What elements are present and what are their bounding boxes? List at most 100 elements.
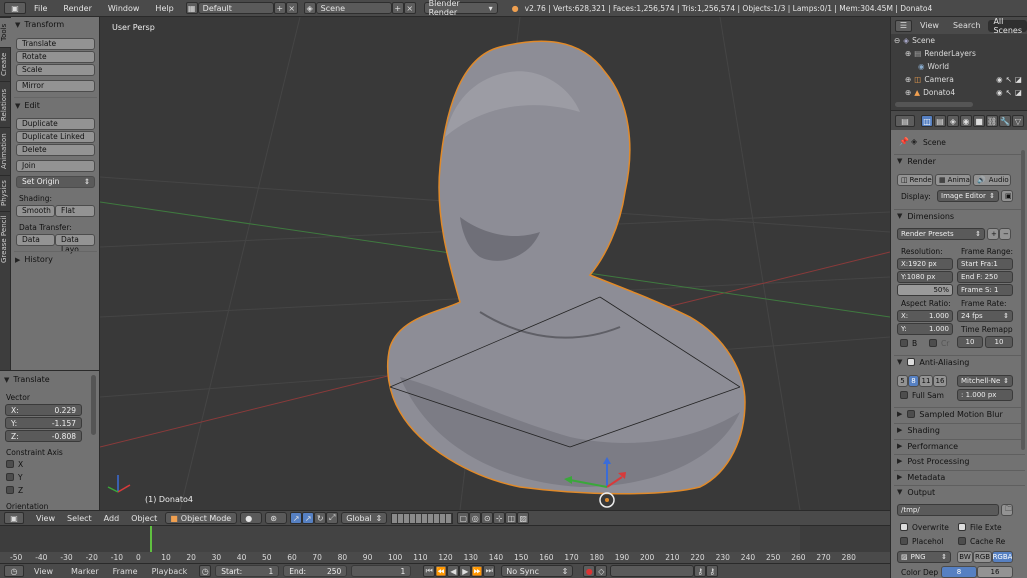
menu-frame[interactable]: Frame — [113, 567, 138, 576]
menu-marker[interactable]: Marker — [71, 567, 99, 576]
snap-element-icon[interactable]: ⊹ — [493, 512, 506, 524]
timeline[interactable]: -50 -40 -30 -20 -10 0 10 20 30 40 50 60 70 80 90 100 110… — [0, 525, 890, 564]
playback-controls[interactable]: ⏮ ⏪ ◀ ▶ ⏩ ⏭ — [423, 565, 496, 577]
outliner-item-donato4[interactable]: ⊕ ▲ Donato4 ◉ ↖ ◪ — [891, 86, 1027, 99]
post-processing-panel-header[interactable]: ▶ Post Processing — [894, 454, 1025, 467]
set-origin-dropdown[interactable]: Set Origin ⇕ — [16, 176, 95, 188]
menu-view[interactable]: View — [34, 567, 53, 576]
remap-new-field[interactable]: 10 — [985, 336, 1013, 348]
smooth-button[interactable]: Smooth — [16, 205, 55, 217]
remap-old-field[interactable]: 10 — [957, 336, 983, 348]
prev-key-icon[interactable]: ⏪ — [435, 565, 448, 577]
object-tab-icon[interactable]: ■ — [973, 115, 985, 127]
mirror-button[interactable]: Mirror — [16, 80, 95, 92]
constraint-z-checkbox[interactable] — [6, 486, 14, 494]
menu-render[interactable]: Render — [55, 4, 99, 13]
jump-start-icon[interactable]: ⏮ — [423, 565, 436, 577]
aspect-y-field[interactable]: Y: 1.000 — [897, 323, 953, 335]
preview-range-icon[interactable]: ◷ — [199, 565, 212, 577]
eye-icon[interactable]: ◉ — [996, 88, 1003, 97]
orientation-dropdown[interactable]: Global ⇕ — [341, 512, 388, 524]
duplicate-linked-button[interactable]: Duplicate Linked — [16, 131, 95, 143]
end-frame-field[interactable]: End F: 250 — [957, 271, 1013, 283]
data-layout-button[interactable]: Data Layo — [55, 234, 95, 254]
sync-dropdown[interactable]: No Sync ⇕ — [501, 565, 574, 577]
join-button[interactable]: Join — [16, 160, 95, 172]
tab-animation[interactable]: Animation — [0, 127, 11, 175]
layout-dropdown[interactable]: Default — [197, 2, 274, 14]
editor-type-icon[interactable]: ◷ — [4, 565, 24, 577]
outliner-item-scene[interactable]: ⊖ ◈ Scene — [891, 34, 1027, 47]
fullscreen-icon[interactable]: ▣ — [1001, 190, 1013, 202]
menu-search[interactable]: Search — [953, 21, 980, 30]
editor-type-icon[interactable]: ▣ — [4, 2, 26, 14]
renderlayers-tab-icon[interactable]: ▤ — [934, 115, 946, 127]
data-button[interactable]: Data — [16, 234, 55, 246]
frame-step-field[interactable]: Frame S: 1 — [957, 284, 1013, 296]
delete-key-icon[interactable]: ⚷ — [706, 565, 719, 577]
vector-x-field[interactable]: X: 0.229 — [5, 404, 82, 416]
play-reverse-icon[interactable]: ◀ — [447, 565, 460, 577]
current-frame-line[interactable] — [150, 526, 152, 552]
dimensions-panel-header[interactable]: ▼ Dimensions — [894, 209, 1025, 222]
color-rgb-button[interactable]: RGB — [973, 551, 992, 563]
translate-manip-icon[interactable]: ↗ — [302, 512, 315, 524]
aa-samples-5[interactable]: 5 — [897, 375, 908, 387]
vector-y-field[interactable]: Y: -1.157 — [5, 417, 82, 429]
folder-icon[interactable]: 🗀 — [1001, 504, 1013, 516]
remove-layout-icon[interactable]: × — [285, 2, 298, 14]
filter-size-field[interactable]: : 1.000 px — [957, 389, 1013, 401]
motion-blur-panel-header[interactable]: ▶ Sampled Motion Blur — [894, 407, 1025, 420]
scene-icon[interactable]: ◈ — [303, 2, 316, 14]
menu-file[interactable]: File — [26, 4, 55, 13]
color-rgba-button[interactable]: RGBA — [992, 551, 1013, 563]
outliner-item-world[interactable]: ◉ World — [891, 60, 1027, 73]
output-path-field[interactable]: /tmp/ — [897, 504, 999, 516]
resolution-percent-field[interactable]: 50% — [897, 284, 953, 296]
motion-blur-checkbox[interactable] — [907, 410, 916, 418]
remove-scene-icon[interactable]: × — [403, 2, 416, 14]
menu-view[interactable]: View — [30, 514, 61, 523]
current-frame-field[interactable]: 1 — [351, 565, 412, 577]
edit-panel-header[interactable]: ▼ Edit — [11, 99, 40, 112]
render-presets-dropdown[interactable]: Render Presets ⇕ — [897, 228, 985, 240]
transform-panel-header[interactable]: ▼ Transform — [11, 18, 64, 31]
scene-dropdown[interactable]: Scene — [315, 2, 392, 14]
cache-result-checkbox[interactable] — [958, 537, 966, 545]
anti-aliasing-checkbox[interactable] — [907, 358, 916, 366]
scene-tab-icon[interactable]: ◈ — [947, 115, 959, 127]
end-frame-field[interactable]: End: 250 — [283, 565, 348, 577]
tab-physics[interactable]: Physics — [0, 175, 11, 211]
shading-panel-header[interactable]: ▶ Shading — [894, 423, 1025, 436]
record-icon[interactable]: ● — [583, 565, 596, 577]
outliner-item-camera[interactable]: ⊕ ◫ Camera ◉ ↖ ◪ — [891, 73, 1027, 86]
render-tab-icon[interactable]: ◫ — [921, 115, 933, 127]
border-checkbox[interactable] — [900, 339, 908, 347]
camera-render-icon[interactable]: ◪ — [1015, 88, 1022, 97]
output-panel-header[interactable]: ▼ Output — [894, 485, 1025, 498]
aspect-x-field[interactable]: X: 1.000 — [897, 310, 953, 322]
manipulator-toggle-icon[interactable]: ↗ — [290, 512, 303, 524]
animation-button[interactable]: ▦Animati — [935, 174, 971, 186]
constraint-x-checkbox[interactable] — [6, 460, 14, 468]
editor-type-icon[interactable]: ☰ — [895, 19, 912, 32]
menu-object[interactable]: Object — [125, 514, 163, 523]
frame-rate-dropdown[interactable]: 24 fps ⇕ — [957, 310, 1013, 322]
menu-add[interactable]: Add — [98, 514, 126, 523]
pin-icon[interactable]: 📌 — [899, 137, 909, 146]
add-scene-icon[interactable]: + — [391, 2, 404, 14]
render-engine-dropdown[interactable]: Blender Render ▾ — [423, 0, 498, 17]
resolution-x-field[interactable]: X:1920 px — [897, 258, 953, 270]
properties-scrollbar[interactable] — [1021, 150, 1025, 450]
tab-relations[interactable]: Relations — [0, 81, 11, 127]
menu-playback[interactable]: Playback — [152, 567, 188, 576]
cursor-icon[interactable]: ↖ — [1006, 75, 1012, 84]
crop-checkbox[interactable] — [929, 339, 937, 347]
bust-model[interactable] — [386, 40, 746, 495]
jump-end-icon[interactable]: ⏭ — [483, 565, 496, 577]
panel-scrollbar[interactable] — [91, 375, 96, 435]
scale-manip-icon[interactable]: ⤢ — [326, 512, 339, 524]
scale-button[interactable]: Scale — [16, 64, 95, 76]
eye-icon[interactable]: ◉ — [996, 75, 1003, 84]
rotate-button[interactable]: Rotate — [16, 51, 95, 63]
